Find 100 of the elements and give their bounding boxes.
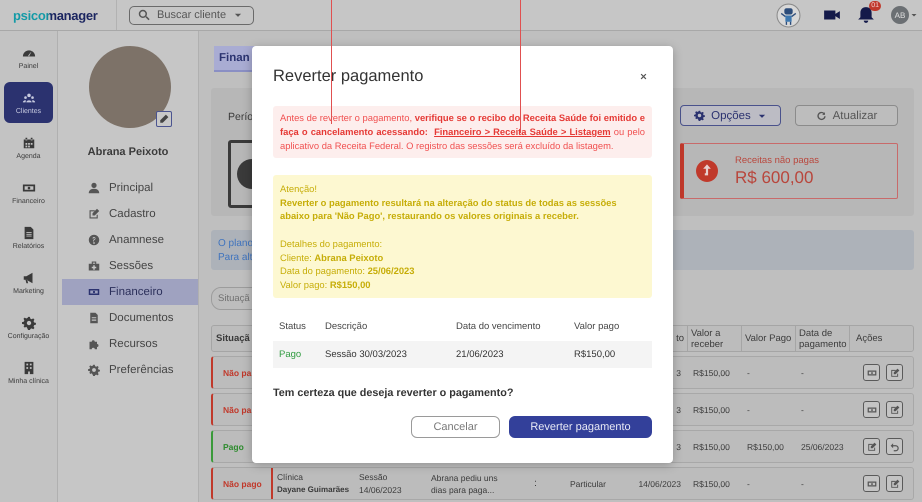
client-menu-item[interactable]: Sessões <box>62 253 198 279</box>
column-header: Descrição <box>325 321 368 332</box>
confirm-question: Tem certeza que deseja reverter o pagamento? <box>273 386 514 399</box>
info-text: O plano <box>218 237 254 250</box>
table-cell: 14/06/2023 <box>638 478 681 490</box>
users-icon <box>22 90 36 104</box>
gear-icon <box>694 110 706 121</box>
table-cell-text: - <box>801 478 805 490</box>
client-menu-item[interactable]: Principal <box>62 175 198 201</box>
payment-button[interactable] <box>863 475 880 492</box>
cancel-button[interactable]: Cancelar <box>411 416 500 438</box>
payment-detail: Cliente: Abrana Peixoto <box>280 250 384 264</box>
edit-button[interactable] <box>886 401 903 418</box>
client-menu-item[interactable]: Financeiro <box>62 279 198 305</box>
payment-button[interactable] <box>863 364 880 381</box>
column-header: Ações <box>855 332 884 346</box>
table-cell-text: R$150,00 <box>693 478 731 490</box>
revert-payment-button[interactable]: Reverter pagamento <box>509 416 652 438</box>
edit-icon <box>890 478 900 488</box>
close-icon[interactable] <box>639 72 648 80</box>
row-menu-button[interactable]: : <box>531 478 540 490</box>
edit-button[interactable] <box>886 475 903 492</box>
undo-icon <box>890 442 900 452</box>
edit-icon <box>88 208 100 220</box>
client-menu-item[interactable]: Recursos <box>62 331 198 357</box>
table-cell-text: - <box>747 478 751 490</box>
column-header: Valor Pago <box>742 326 796 351</box>
edit-icon <box>890 368 900 378</box>
caret-icon[interactable] <box>910 11 918 19</box>
file-icon <box>22 226 36 240</box>
user-avatar[interactable]: AB <box>891 6 909 24</box>
table-cell-text: R$150,00 <box>693 440 731 452</box>
cash-icon <box>866 404 876 414</box>
info-text: Para alt <box>218 251 252 264</box>
puzzle-icon <box>88 338 100 350</box>
question-icon <box>88 234 100 246</box>
status-cell: Não pago <box>213 468 273 499</box>
client-name: Abrana Peixoto <box>88 146 168 158</box>
user-icon <box>88 182 100 194</box>
table-cell: 3 <box>676 440 681 452</box>
client-menu-item[interactable]: Anamnese <box>62 227 198 253</box>
column-header: Valor a receber <box>688 326 742 351</box>
cash-icon <box>88 286 100 298</box>
refresh-icon <box>816 110 827 121</box>
table-cell: 3 <box>676 366 681 378</box>
edit-button[interactable] <box>886 364 903 381</box>
table-cell-text: R$150,00 <box>747 440 785 452</box>
robot-avatar-icon[interactable] <box>776 2 801 28</box>
unpaid-revenue-value: R$ 600,00 <box>735 168 814 188</box>
period-label: Perío <box>228 111 254 123</box>
table-cell-text: - <box>801 404 805 416</box>
payment-button[interactable] <box>863 401 880 418</box>
logo: psicomanager <box>13 8 98 22</box>
column-header: Data de pagamento <box>796 326 850 351</box>
building-icon <box>22 360 36 374</box>
client-menu-item[interactable]: Documentos <box>62 305 198 331</box>
status-cell-text: Pago <box>279 348 302 360</box>
undo-button[interactable] <box>886 438 903 455</box>
table-cell-text: Clínica <box>277 471 304 483</box>
table-cell-text: R$150,00 <box>693 366 731 378</box>
client-menu-item[interactable]: Preferências <box>62 357 198 383</box>
calendar-icon <box>22 136 36 150</box>
gear-icon <box>88 364 100 376</box>
table-cell-text: 21/06/2023 <box>456 348 505 360</box>
search-client-button[interactable]: Buscar cliente <box>129 6 254 24</box>
table-cell-text: Abrana pediu uns dias para paga... <box>431 472 499 496</box>
table-cell-text: R$150,00 <box>574 348 616 360</box>
warning-heading: Atenção! <box>280 182 318 196</box>
notifications-icon[interactable] <box>857 6 875 24</box>
edit-icon <box>890 404 900 414</box>
edit-photo-button[interactable] <box>156 111 172 127</box>
briefcase-icon <box>88 260 100 272</box>
file-icon <box>88 312 100 324</box>
table-cell: 3 <box>676 404 681 416</box>
table-cell-text: - <box>747 404 751 416</box>
gear-icon <box>22 316 36 330</box>
cash-icon <box>866 368 876 378</box>
column-header: Status <box>279 321 307 332</box>
edit-icon <box>866 442 876 452</box>
table-cell-text: R$150,00 <box>693 404 731 416</box>
column-header: Data do vencimento <box>456 321 542 332</box>
megaphone-icon <box>22 270 36 284</box>
table-cell-text: Particular <box>570 478 607 490</box>
payment-detail: Data do pagamento: 25/06/2023 <box>280 264 416 278</box>
edit-button[interactable] <box>863 438 880 455</box>
unpaid-revenue-label: Receitas não pagas <box>735 154 819 166</box>
receipt-list-link[interactable]: Financeiro > Receita Saúde > Listagem <box>434 126 611 137</box>
warning-text: Reverter o pagamento resultará na alteração do status de todas as sessões abaixo para 'Não Pago', restaurando os valores originais a receber. <box>280 196 618 224</box>
client-menu-item[interactable]: Cadastro <box>62 201 198 227</box>
table-cell-text: - <box>747 366 751 378</box>
options-button[interactable]: Opções <box>680 105 781 126</box>
payment-detail: Valor pago: R$150,00 <box>280 278 372 292</box>
table-cell-text: Sessão <box>359 471 388 483</box>
search-icon <box>138 9 150 21</box>
table-cell-text: - <box>801 366 805 378</box>
table-cell-text: 25/06/2023 <box>801 440 845 452</box>
pencil-icon <box>159 114 169 124</box>
refresh-button[interactable]: Atualizar <box>795 105 898 126</box>
table-cell-text: 14/06/2023 <box>359 484 403 496</box>
payment-detail: Detalhes do pagamento: <box>280 236 384 250</box>
